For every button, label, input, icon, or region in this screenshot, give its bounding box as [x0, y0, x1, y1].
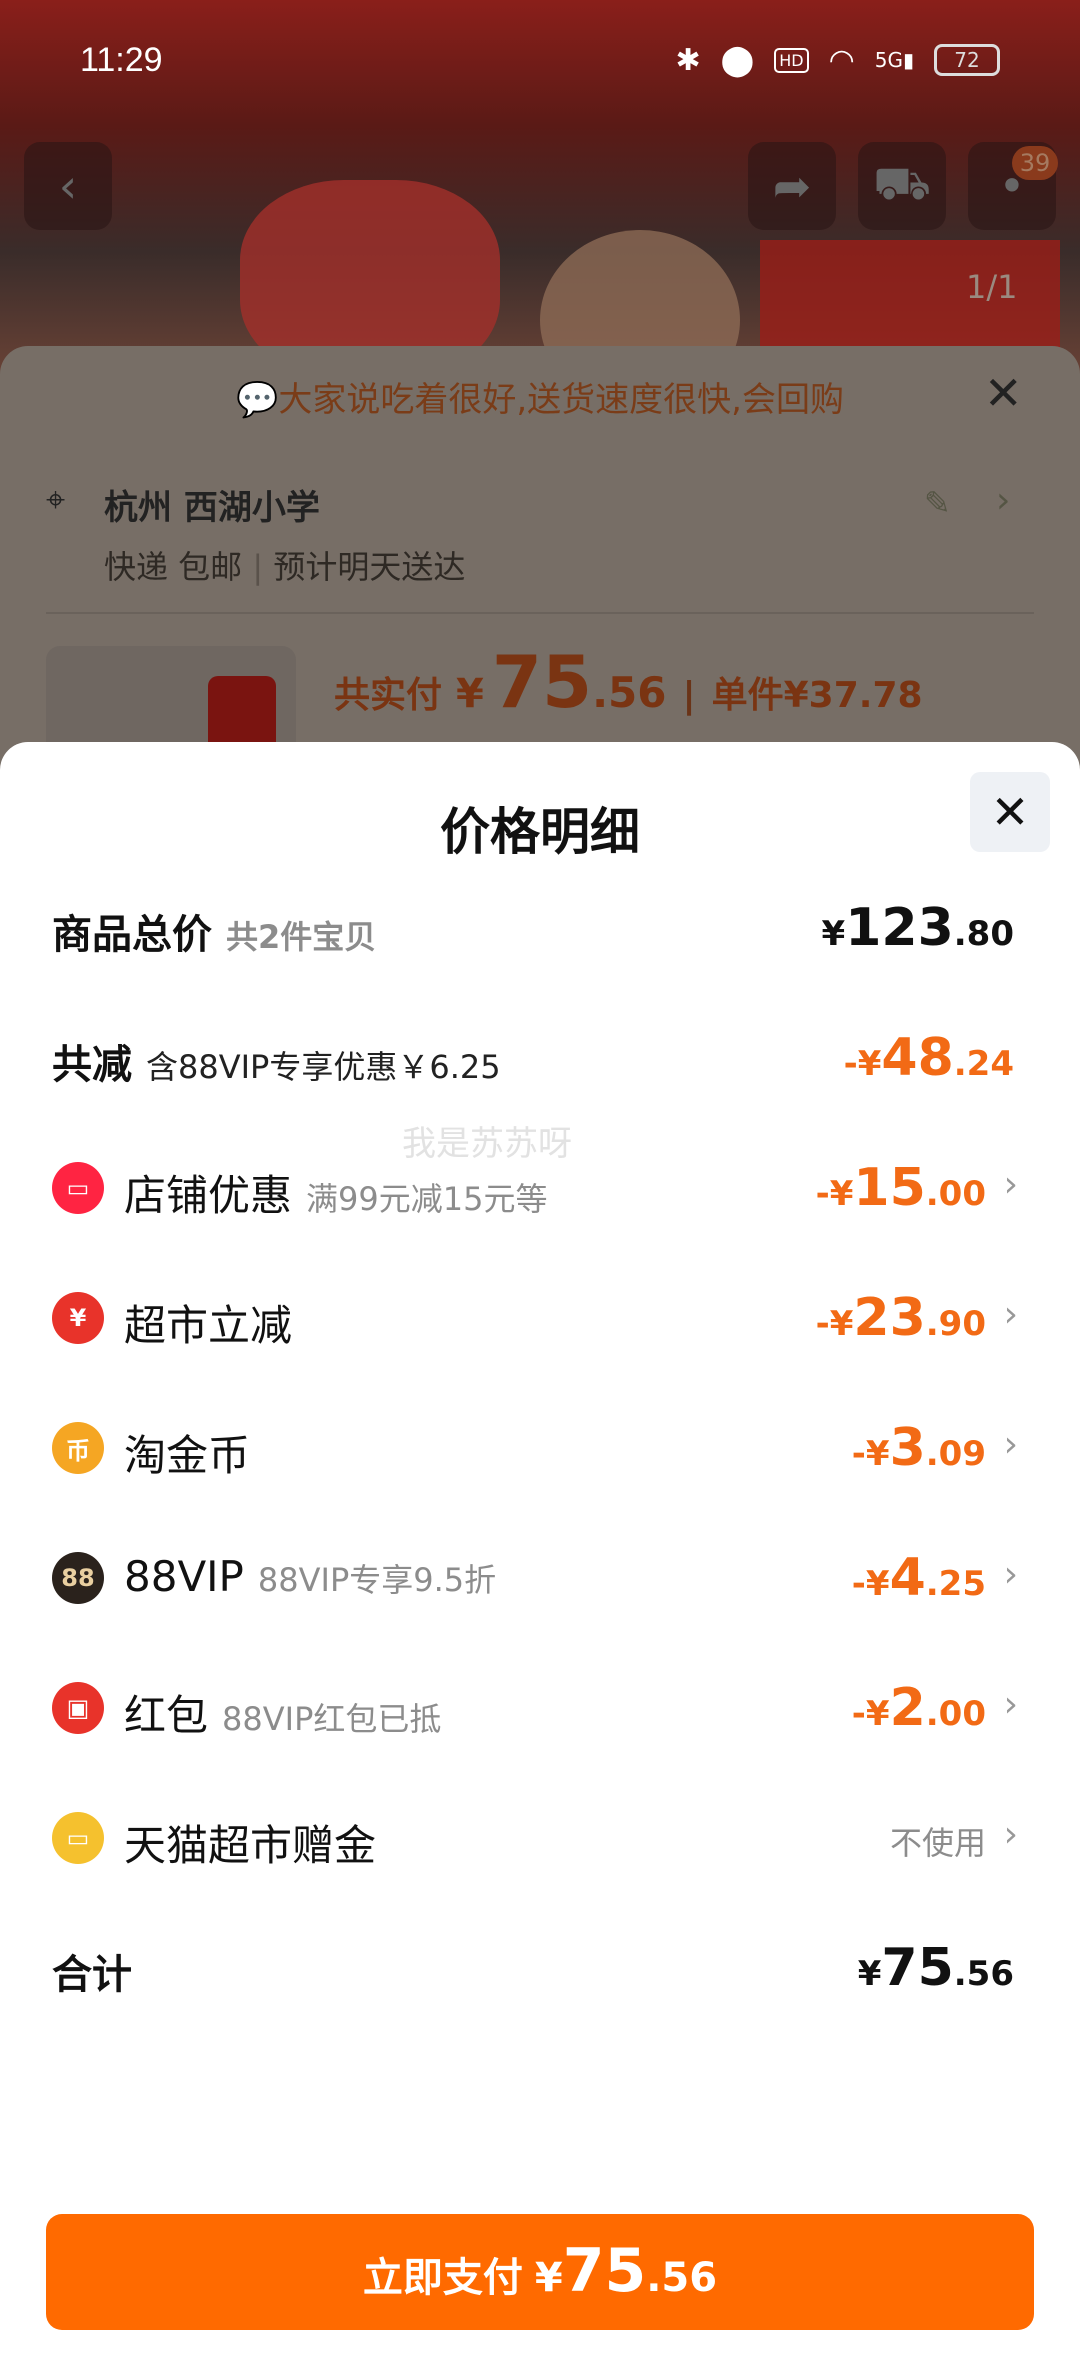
close-icon[interactable]: ✕ [984, 366, 1023, 420]
chevron-right-icon: › [1003, 1424, 1018, 1465]
bluetooth-icon: ✱ [675, 42, 701, 78]
row-taojinbi[interactable]: 币 淘金币 -¥ 3.09 › [0, 1408, 1080, 1488]
row-amount: -¥ 2.00 [851, 1678, 986, 1738]
review-tip: 💬大家说吃着很好,送货速度很快,会回购 [236, 380, 844, 420]
signal-icon: 5G▮ [874, 48, 914, 72]
row-amount: -¥ 4.25 [851, 1548, 986, 1608]
address-title[interactable]: 杭州 西湖小学 [104, 480, 320, 529]
row-amount: -¥ 15.00 [815, 1158, 986, 1218]
row-label: 合计 [52, 1952, 132, 1998]
cart-icon: ⛟ [873, 156, 931, 210]
pay-now-button[interactable]: 立即支付 ¥ 75 .56 [46, 2214, 1034, 2330]
wifi-icon: ◠ [828, 42, 855, 78]
row-red-packet[interactable]: ▣ 红包 88VIP红包已抵 -¥ 2.00 › [0, 1668, 1080, 1748]
row-amount: ¥123.80 [821, 898, 1014, 958]
row-shop-discount[interactable]: ▭ 店铺优惠 满99元减15元等 -¥ 15.00 › [0, 1148, 1080, 1228]
chevron-right-icon: › [1003, 1814, 1018, 1855]
row-supermarket-discount[interactable]: ¥ 超市立减 -¥ 23.90 › [0, 1278, 1080, 1358]
close-button[interactable]: ✕ [970, 772, 1050, 852]
row-amount: ¥75.56 [857, 1938, 1014, 1998]
cart-badge: 39 [1012, 146, 1058, 180]
row-label: 店铺优惠 [124, 1171, 293, 1220]
row-sub: 含88VIP专享优惠￥6.25 [146, 1048, 501, 1086]
row-amount: -¥ 48.24 [843, 1028, 1014, 1088]
order-total-price: 共实付 ¥ 75 .56 | 单件¥37.78 [334, 640, 923, 724]
chevron-right-icon: › [1003, 1294, 1018, 1335]
status-icons: ✱ ⬤ HD ◠ 5G▮ 72 [675, 43, 1000, 78]
price-detail-sheet: 价格明细 ✕ 我是苏苏呀 商品总价 共2件宝贝 ¥123.80 共减 含88VIP专… [0, 742, 1080, 2376]
row-value: 不使用 [889, 1824, 986, 1862]
row-sub: 共2件宝贝 [226, 918, 377, 956]
location-icon: ⬤ [720, 42, 755, 78]
chevron-right-icon: › [1003, 1684, 1018, 1725]
row-total-discount: 共减 含88VIP专享优惠￥6.25 -¥ 48.24 [0, 1018, 1080, 1098]
vip88-icon: 88 [52, 1552, 104, 1604]
chevron-left-icon: ‹ [58, 159, 78, 213]
row-amount: -¥ 23.90 [815, 1288, 986, 1348]
row-label: 淘金币 [124, 1431, 251, 1480]
share-icon: ➦ [772, 159, 812, 213]
cart-button[interactable]: ⛟ [858, 142, 946, 230]
close-icon: ✕ [990, 785, 1030, 839]
shop-icon: ▭ [52, 1162, 104, 1214]
shipping-info: 快递 包邮 | 预计明天送达 [104, 548, 466, 586]
sheet-title: 价格明细 [440, 803, 640, 861]
unit-price: 单件¥37.78 [711, 675, 923, 716]
edit-icon[interactable]: ✎ [924, 484, 951, 522]
row-label: 共减 [52, 1042, 132, 1088]
gift-card-icon: ▭ [52, 1812, 104, 1864]
red-packet-icon: ▣ [52, 1682, 104, 1734]
status-time: 11:29 [80, 40, 163, 79]
chevron-right-icon[interactable]: › [996, 480, 1010, 521]
row-grand-total: 合计 ¥75.56 [0, 1928, 1080, 2008]
row-sub: 满99元减15元等 [306, 1180, 548, 1218]
hd-icon: HD [774, 47, 809, 73]
share-button[interactable]: ➦ [748, 142, 836, 230]
row-88vip[interactable]: 88 88VIP 88VIP专享9.5折 -¥ 4.25 › [0, 1538, 1080, 1618]
status-bar: 11:29 ✱ ⬤ HD ◠ 5G▮ 72 [0, 0, 1080, 120]
chevron-right-icon: › [1003, 1554, 1018, 1595]
location-pin-icon: ⌖ [46, 480, 66, 520]
row-tmall-gift-credit[interactable]: ▭ 天猫超市赠金 不使用 › [0, 1798, 1080, 1878]
row-sub: 88VIP专享9.5折 [257, 1561, 497, 1599]
divider [46, 612, 1034, 614]
image-counter: 1/1 [966, 268, 1018, 306]
coin-icon: 币 [52, 1422, 104, 1474]
row-label: 天猫超市赠金 [124, 1821, 377, 1870]
row-label: 超市立减 [124, 1301, 293, 1350]
row-amount: -¥ 3.09 [851, 1418, 986, 1478]
row-goods-total: 商品总价 共2件宝贝 ¥123.80 [0, 888, 1080, 968]
row-label: 红包 [124, 1691, 209, 1740]
chevron-right-icon: › [1003, 1164, 1018, 1205]
more-button[interactable]: • 39 [968, 142, 1058, 230]
row-label: 商品总价 [52, 912, 212, 958]
chat-bubble-icon: 💬 [236, 380, 279, 420]
row-label: 88VIP [124, 1552, 244, 1601]
row-sub: 88VIP红包已抵 [222, 1700, 442, 1738]
battery-icon: 72 [934, 44, 1000, 76]
back-button[interactable]: ‹ [24, 142, 112, 230]
yuan-discount-icon: ¥ [52, 1292, 104, 1344]
